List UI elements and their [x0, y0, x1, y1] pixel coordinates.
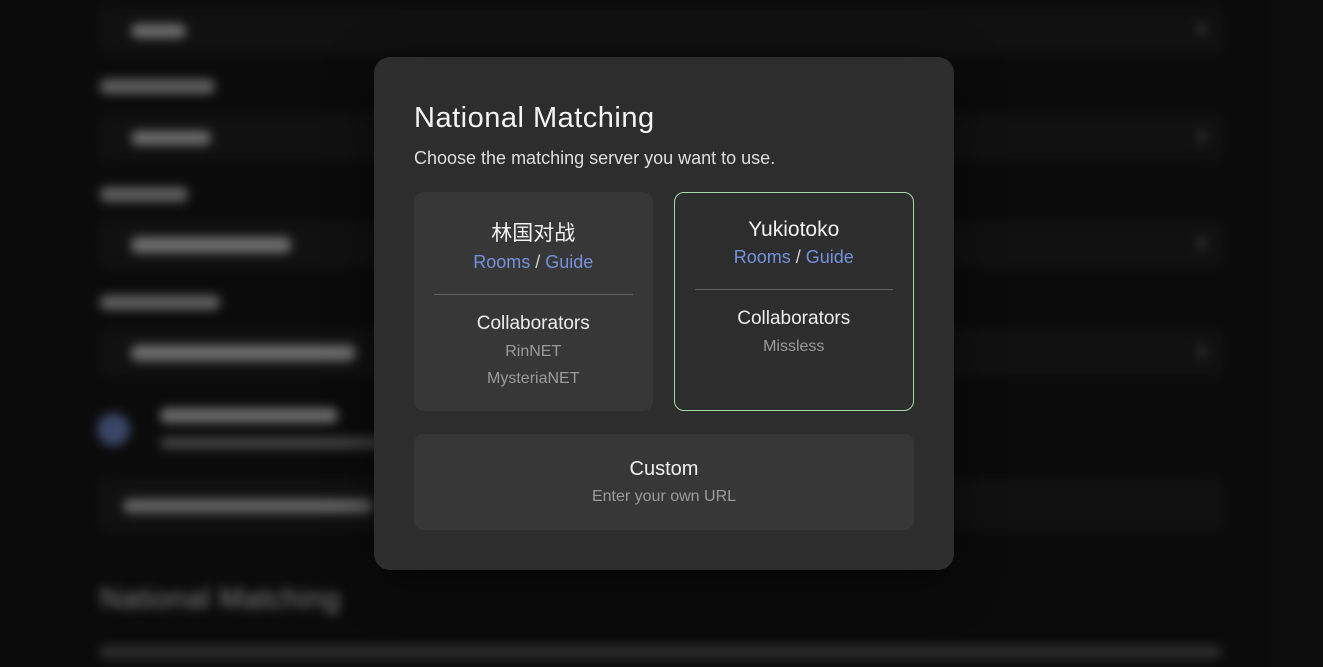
collaborators-label: Collaborators	[414, 313, 653, 335]
link-separator: /	[796, 247, 801, 267]
collaborators-list: RinNET MysteriaNET	[414, 338, 653, 392]
server-name: 林国对战	[414, 217, 653, 247]
custom-card-title: Custom	[630, 458, 699, 481]
card-divider	[434, 294, 633, 295]
collaborators-label: Collaborators	[675, 308, 914, 330]
collaborator: Missless	[675, 333, 914, 360]
rooms-link[interactable]: Rooms	[734, 247, 791, 267]
server-card-row: 林国对战 Rooms/Guide Collaborators RinNET My…	[414, 192, 914, 411]
rooms-link[interactable]: Rooms	[473, 252, 530, 272]
national-matching-dialog: National Matching Choose the matching se…	[374, 57, 954, 570]
server-card-yukiotoko[interactable]: Yukiotoko Rooms/Guide Collaborators Miss…	[674, 192, 915, 411]
collaborators-list: Missless	[675, 333, 914, 360]
server-name: Yukiotoko	[675, 218, 914, 242]
dialog-subtitle: Choose the matching server you want to u…	[414, 147, 914, 170]
collaborator: RinNET	[414, 338, 653, 365]
guide-link[interactable]: Guide	[806, 247, 854, 267]
link-separator: /	[535, 252, 540, 272]
custom-card-subtitle: Enter your own URL	[592, 488, 736, 506]
server-card-linguoduizhan[interactable]: 林国对战 Rooms/Guide Collaborators RinNET My…	[414, 192, 653, 411]
guide-link[interactable]: Guide	[545, 252, 593, 272]
card-divider	[695, 289, 894, 290]
collaborator: MysteriaNET	[414, 365, 653, 392]
dialog-title: National Matching	[414, 99, 914, 137]
server-links: Rooms/Guide	[675, 247, 914, 268]
custom-server-card[interactable]: Custom Enter your own URL	[414, 434, 914, 530]
server-links: Rooms/Guide	[414, 252, 653, 273]
